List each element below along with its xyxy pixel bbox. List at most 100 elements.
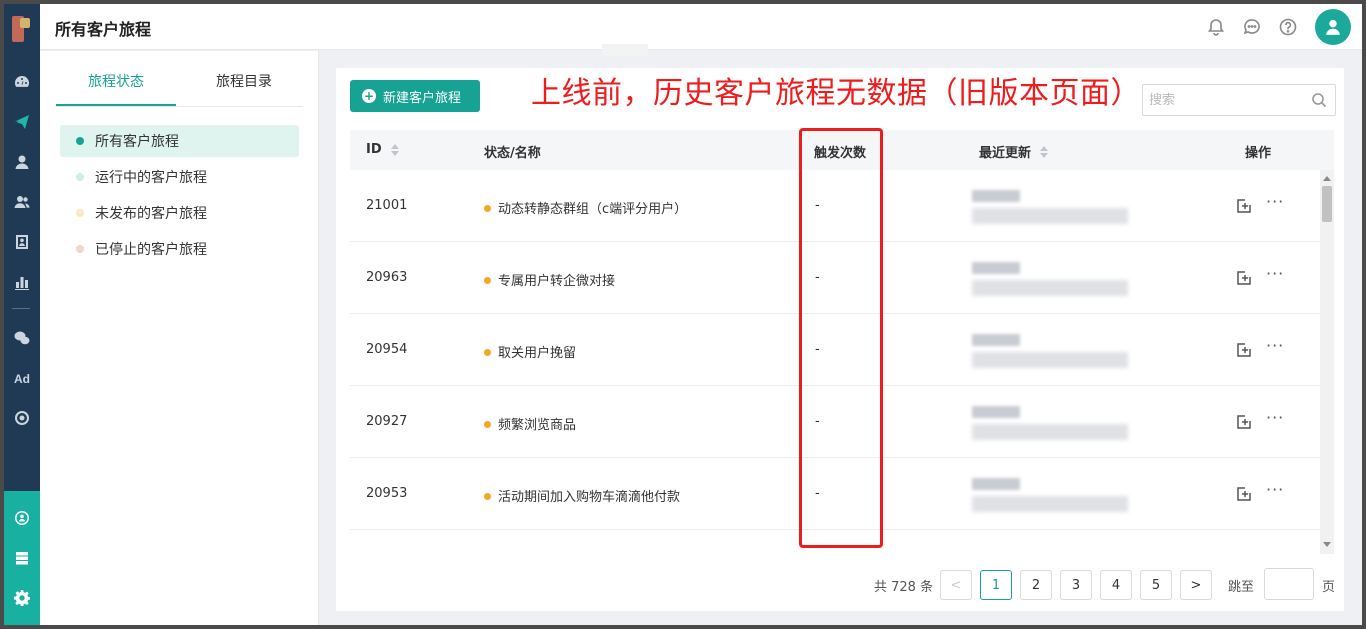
row-triggers: - <box>815 486 820 501</box>
avatar[interactable] <box>1315 9 1351 45</box>
redacted-user <box>972 496 1128 512</box>
more-icon[interactable]: ··· <box>1266 480 1284 499</box>
plus-icon: + <box>362 89 376 103</box>
sort-icon[interactable] <box>1040 145 1049 158</box>
search-box[interactable] <box>1142 84 1336 116</box>
status-dot <box>484 349 491 356</box>
sort-icon[interactable] <box>390 143 399 156</box>
row-name[interactable]: 活动期间加入购物车滴滴他付款 <box>484 486 680 505</box>
user-icon[interactable] <box>4 150 40 174</box>
scroll-down-icon[interactable] <box>1323 542 1331 547</box>
table-row[interactable]: 20954 取关用户挽留 - ··· <box>350 314 1320 386</box>
scroll-up-icon[interactable] <box>1323 176 1331 181</box>
row-name-text: 动态转静态群组（c端评分用户） <box>498 202 688 217</box>
more-icon[interactable]: ··· <box>1266 336 1284 355</box>
redacted-date <box>972 262 1020 274</box>
row-name-text: 取关用户挽留 <box>498 346 577 361</box>
app-logo <box>12 16 30 44</box>
table-header: ID 状态/名称 触发次数 最近更新 操作 <box>350 130 1334 170</box>
bell-icon[interactable] <box>1206 17 1226 37</box>
rail-bottom-group <box>4 491 40 625</box>
column-header-actions: 操作 <box>1245 146 1272 161</box>
status-dot <box>76 245 84 253</box>
bar-chart-icon[interactable] <box>4 270 40 294</box>
row-name[interactable]: 取关用户挽留 <box>484 342 576 361</box>
edit-icon[interactable] <box>1236 486 1252 502</box>
edit-icon[interactable] <box>1236 198 1252 214</box>
row-id: 20954 <box>366 342 408 357</box>
new-journey-label: 新建客户旅程 <box>383 90 462 106</box>
pagination: 共 728 条 < 1 2 3 4 5 > 跳至 页 <box>336 568 1344 602</box>
more-icon[interactable]: ··· <box>1266 408 1284 427</box>
row-name[interactable]: 频繁浏览商品 <box>484 414 576 433</box>
ad-icon[interactable]: Ad <box>4 367 40 391</box>
page-button-3[interactable]: 3 <box>1060 570 1092 600</box>
redacted-user <box>972 352 1128 368</box>
more-icon[interactable]: ··· <box>1266 264 1284 283</box>
send-icon[interactable] <box>4 110 40 134</box>
active-tab-indicator <box>56 104 176 106</box>
sidebar-item-label: 已停止的客户旅程 <box>95 242 207 258</box>
edit-icon[interactable] <box>1236 414 1252 430</box>
chat-icon[interactable] <box>1242 17 1262 37</box>
status-dot <box>484 421 491 428</box>
column-header-label: 最近更新 <box>979 146 1032 161</box>
tab-journey-catalog[interactable]: 旅程目录 <box>184 71 304 91</box>
page-button-2[interactable]: 2 <box>1020 570 1052 600</box>
search-icon[interactable] <box>1311 92 1327 108</box>
page-button-5[interactable]: 5 <box>1140 570 1172 600</box>
table-row[interactable]: 20953 活动期间加入购物车滴滴他付款 - ··· <box>350 458 1320 530</box>
scroll-thumb[interactable] <box>1322 186 1332 222</box>
table-scrollbar[interactable] <box>1320 170 1334 554</box>
search-input[interactable] <box>1149 91 1299 109</box>
team-icon[interactable] <box>4 506 40 530</box>
table-row[interactable]: 20927 频繁浏览商品 - ··· <box>350 386 1320 458</box>
table-row[interactable]: 20963 专属用户转企微对接 - ··· <box>350 242 1320 314</box>
redacted-date <box>972 478 1020 490</box>
wechat-icon[interactable] <box>4 326 40 350</box>
jump-page-input[interactable] <box>1264 568 1314 600</box>
page-button-1[interactable]: 1 <box>980 570 1012 600</box>
help-icon[interactable] <box>1278 17 1298 37</box>
column-header-updated[interactable]: 最近更新 <box>979 142 1049 161</box>
row-name[interactable]: 专属用户转企微对接 <box>484 270 615 289</box>
sidebar-item-stopped[interactable]: 已停止的客户旅程 <box>60 233 299 265</box>
page-button-4[interactable]: 4 <box>1100 570 1132 600</box>
column-header-id[interactable]: ID <box>366 142 399 157</box>
rail-divider <box>12 308 30 309</box>
next-page-button[interactable]: > <box>1180 570 1212 600</box>
row-triggers: - <box>815 342 820 357</box>
more-icon[interactable]: ··· <box>1266 192 1284 211</box>
server-icon[interactable] <box>4 546 40 570</box>
contact-card-icon[interactable] <box>4 230 40 254</box>
row-name[interactable]: 动态转静态群组（c端评分用户） <box>484 198 687 217</box>
target-icon[interactable] <box>4 406 40 430</box>
prev-page-button[interactable]: < <box>940 570 972 600</box>
row-name-text: 专属用户转企微对接 <box>498 274 616 289</box>
sidebar-item-all[interactable]: 所有客户旅程 <box>60 125 299 157</box>
new-journey-button[interactable]: + 新建客户旅程 <box>350 80 480 112</box>
table-row[interactable]: 21001 动态转静态群组（c端评分用户） - ··· <box>350 170 1320 242</box>
redacted-date <box>972 406 1020 418</box>
status-dot <box>76 209 84 217</box>
edit-icon[interactable] <box>1236 342 1252 358</box>
tab-journey-status[interactable]: 旅程状态 <box>56 71 176 91</box>
row-triggers: - <box>815 414 820 429</box>
dashboard-icon[interactable] <box>4 70 40 94</box>
users-icon[interactable] <box>4 190 40 214</box>
app-window: Ad 所有客户旅程 旅程状态 旅程目录 所有客户旅程 运行中的客户旅程 未发布的… <box>4 4 1362 625</box>
table-body: 21001 动态转静态群组（c端评分用户） - ··· 20963 专属用户转企… <box>350 170 1320 530</box>
edit-icon[interactable] <box>1236 270 1252 286</box>
redacted-date <box>972 334 1020 346</box>
row-id: 20953 <box>366 486 408 501</box>
row-id: 20927 <box>366 414 408 429</box>
blurred-overlay <box>602 44 648 56</box>
sidebar-item-label: 运行中的客户旅程 <box>95 170 207 186</box>
status-dot <box>484 277 491 284</box>
sidebar-item-running[interactable]: 运行中的客户旅程 <box>60 161 299 193</box>
annotation-text: 上线前，历史客户旅程无数据（旧版本页面） <box>531 76 1141 111</box>
redacted-user <box>972 424 1128 440</box>
row-name-text: 活动期间加入购物车滴滴他付款 <box>498 490 681 505</box>
gear-icon[interactable] <box>4 586 40 610</box>
sidebar-item-unpublished[interactable]: 未发布的客户旅程 <box>60 197 299 229</box>
